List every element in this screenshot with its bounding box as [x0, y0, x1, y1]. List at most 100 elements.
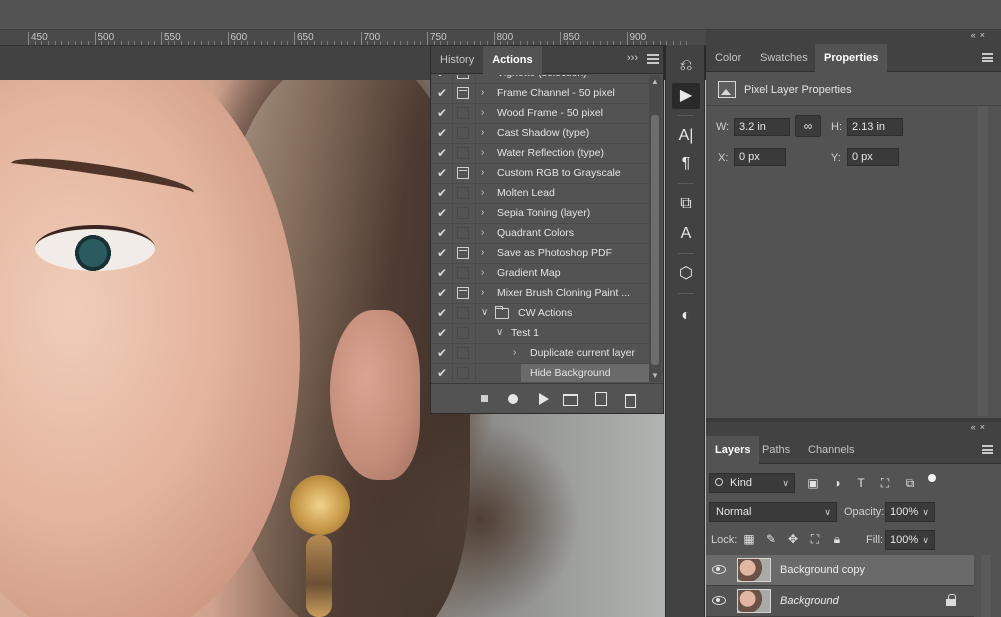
adjustments-icon[interactable]: ◐ — [672, 303, 700, 329]
x-field[interactable] — [734, 148, 786, 166]
chevron-right-icon[interactable]: › — [481, 75, 491, 78]
chevron-down-icon[interactable]: ∨ — [496, 327, 506, 338]
chevron-right-icon[interactable]: › — [481, 167, 491, 178]
action-row[interactable]: ✔ › Quadrant Colors — [431, 224, 649, 244]
toggle-item-check-icon[interactable]: ✔ — [435, 186, 449, 200]
toggle-dialog-icon[interactable] — [457, 87, 469, 99]
properties-scrollbar[interactable] — [978, 106, 988, 416]
toggle-dialog-icon[interactable] — [457, 307, 469, 319]
chevron-right-icon[interactable]: › — [481, 147, 491, 158]
lock-transparent-icon[interactable]: ▦ — [741, 531, 757, 547]
toggle-item-check-icon[interactable]: ✔ — [435, 306, 449, 320]
panel-menu-icon[interactable] — [647, 54, 659, 64]
filter-pixel-icon[interactable]: ▣ — [805, 475, 821, 491]
action-row[interactable]: ✔ ∨ Test 1 — [431, 324, 649, 344]
filter-type-icon[interactable]: T — [853, 475, 869, 491]
toggle-dialog-icon[interactable] — [457, 247, 469, 259]
height-field[interactable] — [847, 118, 903, 136]
y-field[interactable] — [847, 148, 899, 166]
play-actions-icon[interactable]: ▶ — [672, 83, 700, 109]
link-dimensions-icon[interactable]: ∞ — [795, 115, 821, 137]
scroll-thumb[interactable] — [651, 115, 659, 365]
collapse-dock-icon[interactable]: «× — [971, 30, 989, 40]
new-action-icon[interactable] — [593, 391, 609, 407]
action-row[interactable]: ✔ › Save as Photoshop PDF — [431, 244, 649, 264]
filter-smart-object-icon[interactable]: ⧉ — [902, 475, 918, 491]
tab-history[interactable]: History — [431, 46, 483, 74]
play-selection-icon[interactable] — [535, 391, 551, 407]
toggle-item-check-icon[interactable]: ✔ — [435, 166, 449, 180]
toggle-dialog-icon[interactable] — [457, 187, 469, 199]
tab-layers[interactable]: Layers — [706, 436, 760, 464]
chevron-right-icon[interactable]: › — [481, 207, 491, 218]
visibility-eye-icon[interactable] — [712, 565, 726, 574]
layer-row[interactable]: Background — [706, 586, 974, 617]
toggle-item-check-icon[interactable]: ✔ — [435, 106, 449, 120]
filter-shape-icon[interactable]: ⛶ — [877, 475, 893, 491]
lock-position-icon[interactable]: ✥ — [785, 531, 801, 547]
toggle-item-check-icon[interactable]: ✔ — [435, 326, 449, 340]
layer-filter-select[interactable]: Kind ∨ — [709, 473, 795, 493]
collapse-panel-icon[interactable]: ››› — [627, 52, 638, 64]
collapse-layers-icon[interactable]: «× — [971, 422, 989, 432]
chevron-down-icon[interactable]: ∨ — [481, 307, 491, 318]
lock-image-icon[interactable]: ✎ — [763, 531, 779, 547]
toggle-item-check-icon[interactable]: ✔ — [435, 75, 449, 80]
action-row[interactable]: ✔ › Molten Lead — [431, 184, 649, 204]
chevron-right-icon[interactable]: › — [481, 107, 491, 118]
tab-channels[interactable]: Channels — [799, 436, 863, 464]
toggle-dialog-icon[interactable] — [457, 287, 469, 299]
scroll-up-icon[interactable]: ▲ — [651, 77, 659, 86]
toggle-item-check-icon[interactable]: ✔ — [435, 146, 449, 160]
toggle-item-check-icon[interactable]: ✔ — [435, 346, 449, 360]
chevron-right-icon[interactable]: › — [481, 87, 491, 98]
layers-scrollbar[interactable] — [981, 555, 991, 617]
fill-field[interactable]: 100% ∨ — [885, 530, 935, 550]
opacity-field[interactable]: 100% ∨ — [885, 502, 935, 522]
actions-scrollbar[interactable]: ▲ ▼ — [649, 75, 661, 382]
toggle-item-check-icon[interactable]: ✔ — [435, 206, 449, 220]
glyphs-icon[interactable]: A — [672, 221, 700, 247]
action-row[interactable]: ✔ › Sepia Toning (layer) — [431, 204, 649, 224]
action-row[interactable]: ✔ Hide Background — [431, 364, 649, 382]
tab-properties[interactable]: Properties — [815, 44, 888, 72]
visibility-eye-icon[interactable] — [712, 596, 726, 605]
stop-recording-icon[interactable] — [477, 391, 493, 407]
action-row[interactable]: ✔ › Duplicate current layer — [431, 344, 649, 364]
action-row[interactable]: ✔ › Vignette (selection) — [431, 75, 649, 84]
toggle-dialog-icon[interactable] — [457, 107, 469, 119]
history-brush-icon[interactable]: ⎌ — [672, 53, 700, 79]
toggle-dialog-icon[interactable] — [457, 75, 469, 79]
chevron-right-icon[interactable]: › — [481, 287, 491, 298]
tab-actions[interactable]: Actions — [483, 46, 542, 74]
toggle-item-check-icon[interactable]: ✔ — [435, 266, 449, 280]
lock-all-icon[interactable]: 🔒︎ — [829, 531, 845, 547]
chevron-right-icon[interactable]: › — [481, 227, 491, 238]
action-row[interactable]: ✔ › Water Reflection (type) — [431, 144, 649, 164]
filter-toggle-icon[interactable] — [928, 474, 936, 482]
toggle-item-check-icon[interactable]: ✔ — [435, 286, 449, 300]
toggle-dialog-icon[interactable] — [457, 127, 469, 139]
toggle-item-check-icon[interactable]: ✔ — [435, 226, 449, 240]
toggle-item-check-icon[interactable]: ✔ — [435, 86, 449, 100]
tab-swatches[interactable]: Swatches — [751, 44, 817, 72]
toggle-item-check-icon[interactable]: ✔ — [435, 246, 449, 260]
action-row[interactable]: ✔ › Mixer Brush Cloning Paint ... — [431, 284, 649, 304]
action-set-row[interactable]: ✔ ∨ CW Actions — [431, 304, 649, 324]
toggle-dialog-icon[interactable] — [457, 347, 469, 359]
action-row[interactable]: ✔ › Wood Frame - 50 pixel — [431, 104, 649, 124]
toggle-dialog-icon[interactable] — [457, 207, 469, 219]
tab-paths[interactable]: Paths — [753, 436, 799, 464]
panel-menu-icon[interactable] — [982, 53, 993, 62]
toggle-dialog-icon[interactable] — [457, 227, 469, 239]
record-icon[interactable] — [505, 391, 521, 407]
width-field[interactable] — [734, 118, 790, 136]
blend-mode-select[interactable]: Normal ∨ — [709, 502, 837, 522]
new-set-icon[interactable] — [562, 391, 578, 407]
toggle-dialog-icon[interactable] — [457, 147, 469, 159]
action-row[interactable]: ✔ › Gradient Map — [431, 264, 649, 284]
layer-row[interactable]: Background copy — [706, 555, 974, 586]
filter-adjustment-icon[interactable]: ◑ — [829, 475, 845, 491]
chevron-right-icon[interactable]: › — [481, 127, 491, 138]
panel-menu-icon[interactable] — [982, 445, 993, 454]
